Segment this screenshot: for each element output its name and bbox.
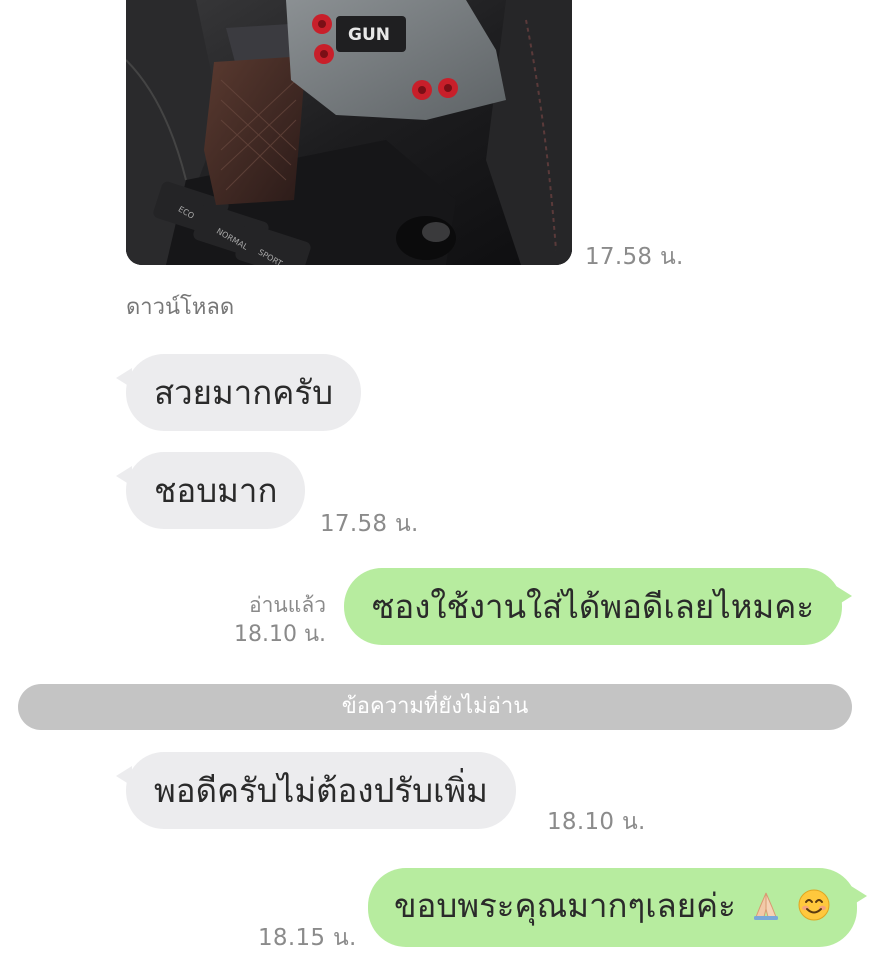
smiling-face-icon	[797, 888, 831, 927]
outgoing-message[interactable]: ขอบพระคุณมากๆเลยค่ะ	[368, 868, 867, 947]
message-text: ชอบมาก	[154, 471, 278, 510]
unread-messages-divider: ข้อความที่ยังไม่อ่าน	[18, 684, 852, 730]
photo-timestamp: 17.58 น.	[585, 244, 684, 270]
read-status: อ่านแล้ว	[249, 593, 326, 617]
message-text: ซองใช้งานใส่ได้พอดีเลยไหมคะ	[372, 587, 815, 626]
download-link[interactable]: ดาวน์โหลด	[126, 289, 234, 324]
incoming-message[interactable]: พอดีครับไม่ต้องปรับเพิ่ม	[116, 752, 516, 829]
folded-hands-icon	[750, 889, 782, 926]
message-text: สวยมากครับ	[154, 373, 334, 412]
outgoing-message[interactable]: ซองใช้งานใส่ได้พอดีเลยไหมคะ	[344, 568, 853, 645]
photo-message[interactable]: ECO NORMAL SPORT GUN	[126, 0, 572, 265]
incoming-message[interactable]: ชอบมาก	[115, 452, 306, 529]
read-receipt: อ่านแล้ว 18.10 น.	[200, 590, 326, 650]
holster-logo: GUN	[348, 25, 390, 45]
message-timestamp: 17.58 น.	[320, 511, 419, 537]
message-timestamp: 18.10 น.	[547, 809, 646, 835]
message-timestamp: 18.10 น.	[233, 622, 326, 647]
message-timestamp: 18.15 น.	[258, 925, 357, 951]
holster-photo: ECO NORMAL SPORT GUN	[126, 0, 572, 265]
message-text: ขอบพระคุณมากๆเลยค่ะ	[394, 886, 736, 925]
incoming-message[interactable]: สวยมากครับ	[115, 354, 362, 431]
message-text: พอดีครับไม่ต้องปรับเพิ่ม	[154, 771, 488, 810]
